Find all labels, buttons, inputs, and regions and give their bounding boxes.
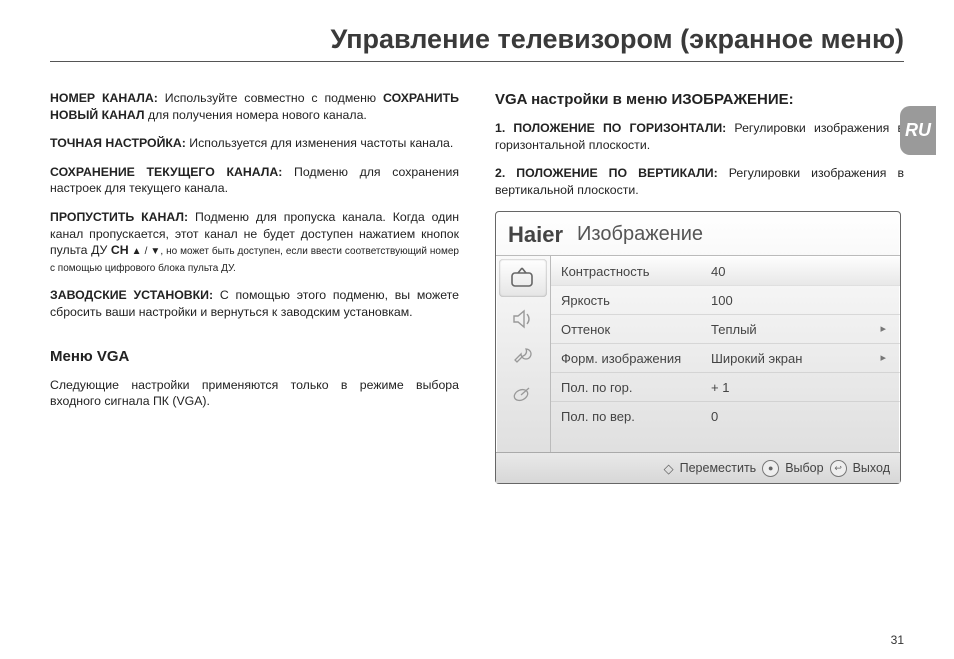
page-title: Управление телевизором (экранное меню) bbox=[50, 24, 904, 55]
page-number: 31 bbox=[891, 633, 904, 647]
osd-row-vpos[interactable]: Пол. по вер. 0 bbox=[551, 402, 900, 430]
para-channel-number: НОМЕР КАНАЛА: Используйте совместно с по… bbox=[50, 90, 459, 123]
osd-row-hpos[interactable]: Пол. по гор. + 1 bbox=[551, 373, 900, 402]
osd-row-value: 0 bbox=[711, 408, 886, 426]
osd-row-value: + 1 bbox=[711, 379, 886, 397]
para-factory-reset: ЗАВОДСКИЕ УСТАНОВКИ: С помощью этого под… bbox=[50, 287, 459, 320]
osd-title: Изображение bbox=[577, 221, 703, 248]
footer-select-label: Выбор bbox=[785, 460, 823, 477]
select-button-icon: ● bbox=[762, 460, 779, 477]
osd-tab-icons bbox=[496, 256, 550, 452]
osd-row-label: Пол. по гор. bbox=[561, 379, 711, 397]
osd-settings-list: Контрастность 40 Яркость 100 Оттенок Теп… bbox=[550, 256, 900, 452]
speaker-icon[interactable] bbox=[496, 300, 550, 338]
osd-row-value: 40 bbox=[711, 263, 886, 281]
exit-button-icon: ↩ bbox=[830, 460, 847, 477]
item-vpos: 2. ПОЛОЖЕНИЕ ПО ВЕРТИКАЛИ: Регулировки и… bbox=[495, 165, 904, 198]
chevron-right-icon: ▸ bbox=[880, 322, 886, 337]
para-fine-tune: ТОЧНАЯ НАСТРОЙКА: Используется для измен… bbox=[50, 135, 459, 152]
osd-row-label: Оттенок bbox=[561, 321, 711, 339]
footer-exit-label: Выход bbox=[853, 460, 890, 477]
osd-row-value: Широкий экран bbox=[711, 350, 880, 368]
item-hpos: 1. ПОЛОЖЕНИЕ ПО ГОРИЗОНТАЛИ: Регулировки… bbox=[495, 120, 904, 153]
osd-row-tint[interactable]: Оттенок Теплый ▸ bbox=[551, 315, 900, 344]
osd-row-label: Контрастность bbox=[561, 263, 711, 281]
osd-row-label: Форм. изображения bbox=[561, 350, 711, 368]
osd-row-value: 100 bbox=[711, 292, 886, 310]
language-tab: RU bbox=[900, 106, 936, 155]
osd-row-brightness[interactable]: Яркость 100 bbox=[551, 286, 900, 315]
label-channel-number: НОМЕР КАНАЛА: bbox=[50, 91, 158, 105]
brand-logo: Haier bbox=[508, 220, 563, 250]
osd-row-contrast[interactable]: Контрастность 40 bbox=[551, 256, 900, 286]
osd-row-label: Яркость bbox=[561, 292, 711, 310]
nav-diamond-icon: ◇ bbox=[664, 460, 674, 478]
footer-move-label: Переместить bbox=[680, 460, 757, 477]
para-save-current: СОХРАНЕНИЕ ТЕКУЩЕГО КАНАЛА: Подменю для … bbox=[50, 164, 459, 197]
osd-row-value: Теплый bbox=[711, 321, 880, 339]
wrench-icon[interactable] bbox=[496, 338, 550, 376]
osd-row-aspect[interactable]: Форм. изображения Широкий экран ▸ bbox=[551, 344, 900, 373]
osd-row-label: Пол. по вер. bbox=[561, 408, 711, 426]
osd-header: Haier Изображение bbox=[496, 212, 900, 257]
tv-icon[interactable] bbox=[499, 259, 547, 297]
right-column: VGA настройки в меню ИЗОБРАЖЕНИЕ: 1. ПОЛ… bbox=[495, 90, 904, 484]
heading-vga-image: VGA настройки в меню ИЗОБРАЖЕНИЕ: bbox=[495, 90, 904, 110]
heading-vga-menu: Меню VGA bbox=[50, 347, 459, 367]
dish-icon[interactable] bbox=[496, 376, 550, 414]
left-column: НОМЕР КАНАЛА: Используйте совместно с по… bbox=[50, 90, 459, 484]
osd-footer: ◇ Переместить ● Выбор ↩ Выход bbox=[496, 452, 900, 483]
chevron-right-icon: ▸ bbox=[880, 351, 886, 366]
osd-panel: Haier Изображение bbox=[495, 211, 901, 485]
para-skip-channel: ПРОПУСТИТЬ КАНАЛ: Подменю для пропуска к… bbox=[50, 209, 459, 275]
para-vga-desc: Следующие настройки применяются только в… bbox=[50, 377, 459, 410]
